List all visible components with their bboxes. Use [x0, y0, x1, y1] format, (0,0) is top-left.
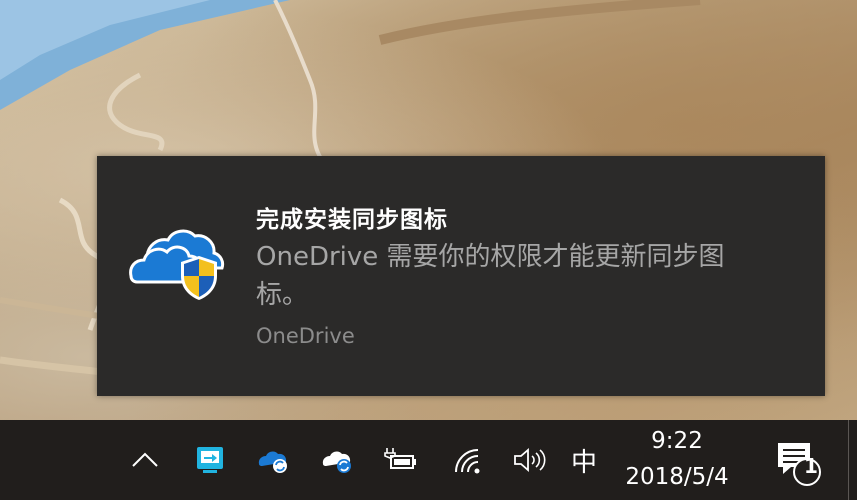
remote-desktop-icon [197, 447, 223, 473]
onedrive-syncing-icon [258, 451, 287, 473]
notification-count-badge: 1 [804, 454, 818, 478]
tray-remote-app[interactable] [192, 420, 228, 500]
clock-time: 9:22 [651, 428, 703, 454]
chevron-up-icon [132, 452, 158, 467]
toast-message: OneDrive 需要你的权限才能更新同步图标。 [256, 242, 725, 310]
volume-icon [514, 448, 546, 472]
toast-title: 完成安装同步图标 [256, 207, 448, 233]
tray-onedrive-blue[interactable] [254, 420, 292, 500]
tray-onedrive-white[interactable] [318, 420, 356, 500]
onedrive-uac-shield-icon [125, 220, 225, 300]
toast-source-app: OneDrive [256, 324, 355, 348]
show-hidden-icons-button[interactable] [128, 420, 162, 500]
clock[interactable]: 9:22 2018/5/4 [618, 420, 736, 500]
tray-volume[interactable] [510, 420, 548, 500]
clock-date: 2018/5/4 [625, 464, 729, 490]
wifi-icon [455, 449, 480, 474]
tray-network[interactable] [450, 420, 486, 500]
onedrive-syncing-white-icon [322, 451, 351, 473]
tray-battery[interactable] [382, 420, 418, 500]
action-center-button[interactable]: 1 [768, 420, 824, 500]
taskbar: 中 9:22 2018/5/4 1 [0, 420, 857, 500]
toast-notification[interactable]: 完成安装同步图标 OneDrive 需要你的权限才能更新同步图标。 OneDri… [97, 156, 825, 396]
battery-charging-icon [384, 448, 416, 469]
input-method-indicator[interactable]: 中 [566, 420, 602, 500]
show-desktop-button[interactable] [848, 420, 849, 500]
